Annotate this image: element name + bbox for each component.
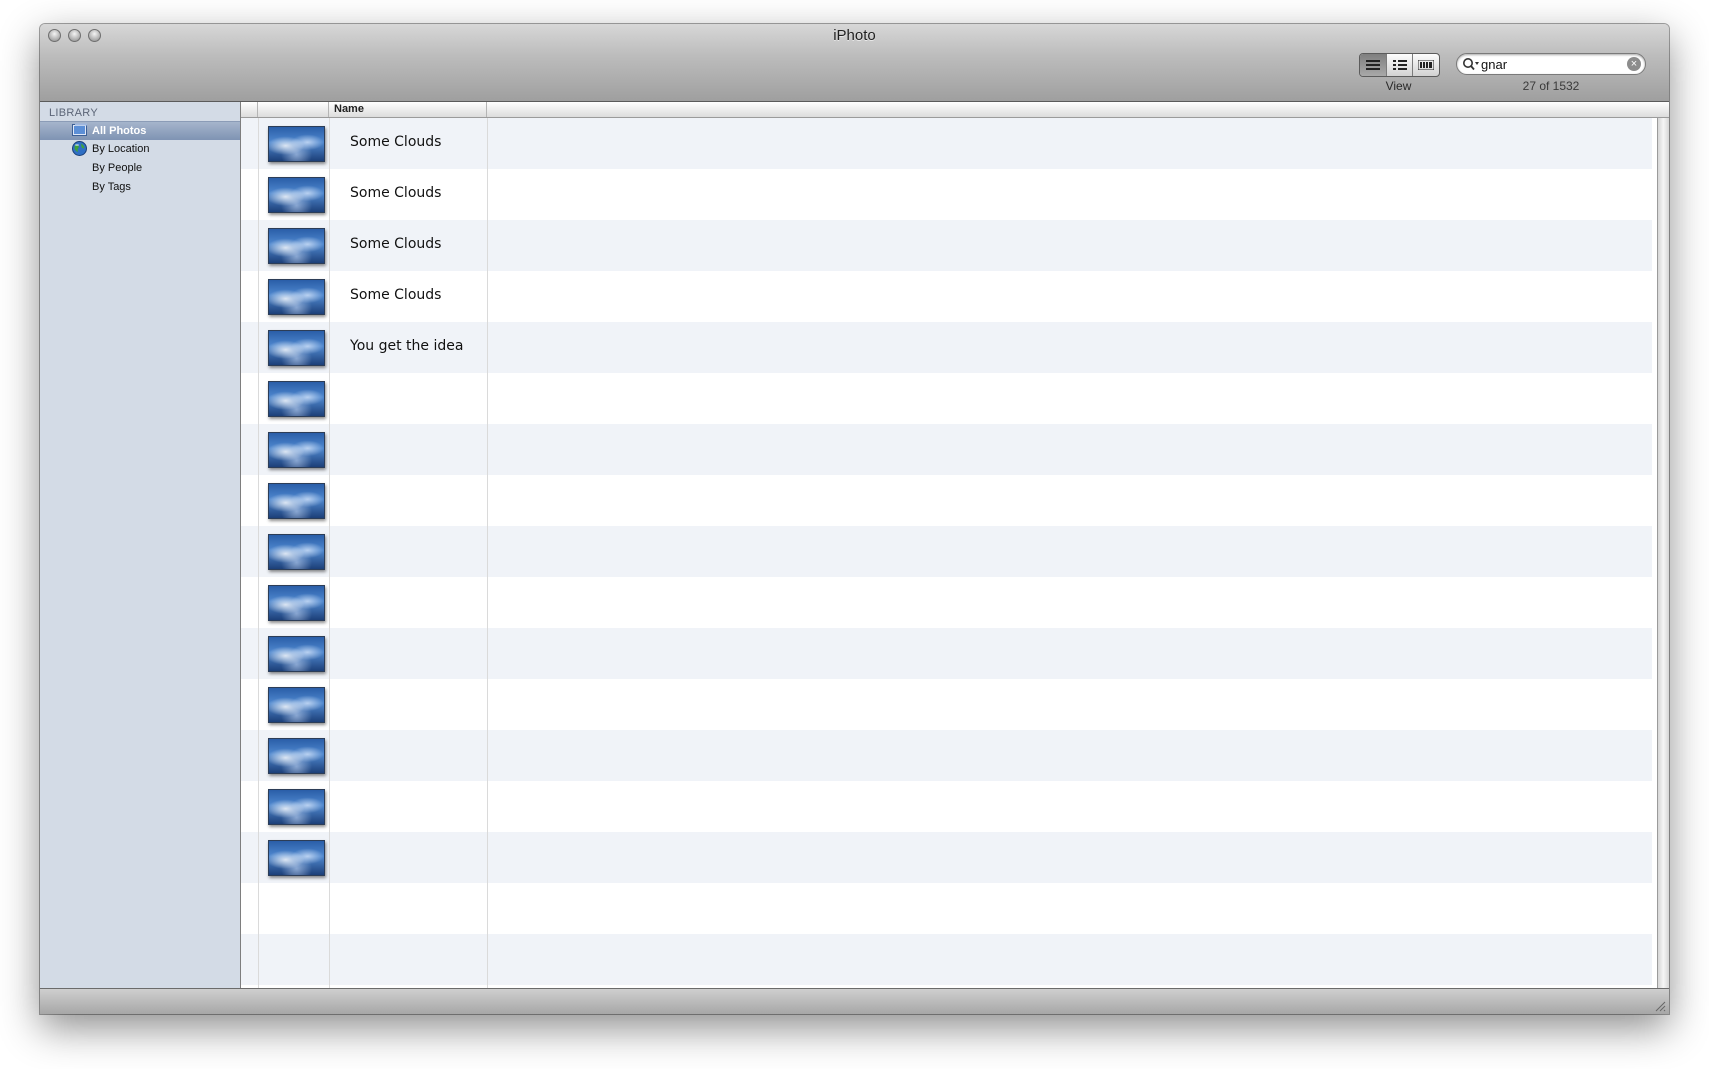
table-row[interactable]: Some Clouds xyxy=(241,169,1652,220)
search-icon xyxy=(1463,58,1479,71)
resize-grip-icon[interactable] xyxy=(1654,1000,1666,1012)
window-title: iPhoto xyxy=(833,27,876,44)
sidebar-item-all-photos[interactable]: All Photos xyxy=(40,121,240,140)
table-row[interactable]: Some Clouds xyxy=(241,118,1652,169)
column-header: Name xyxy=(241,102,1669,118)
photo-name: Some Clouds xyxy=(350,134,442,150)
bottom-toolbar xyxy=(40,988,1669,1014)
photo-thumbnail[interactable] xyxy=(268,177,325,213)
table-row[interactable] xyxy=(241,832,1652,883)
sidebar-item-by-tags[interactable]: By Tags xyxy=(40,178,240,197)
table-row[interactable]: You get the idea xyxy=(241,322,1652,373)
photo-name: Some Clouds xyxy=(350,236,442,252)
table-row[interactable] xyxy=(241,730,1652,781)
search-input[interactable] xyxy=(1481,55,1621,73)
photo-thumbnail[interactable] xyxy=(268,840,325,876)
photo-name: Some Clouds xyxy=(350,287,442,303)
column-header-thumbnail[interactable] xyxy=(258,102,329,117)
photo-thumbnail[interactable] xyxy=(268,585,325,621)
table-row[interactable]: Some Clouds xyxy=(241,220,1652,271)
sidebar-item-label: By Location xyxy=(92,143,150,155)
photo-thumbnail[interactable] xyxy=(268,534,325,570)
sidebar-item-label: By People xyxy=(92,162,143,174)
column-divider xyxy=(487,118,488,988)
photo-thumbnail[interactable] xyxy=(268,483,325,519)
vertical-scrollbar[interactable] xyxy=(1657,118,1669,988)
table-row[interactable] xyxy=(241,679,1652,730)
list-view-button[interactable] xyxy=(1360,54,1387,76)
table-row[interactable] xyxy=(241,934,1652,985)
table-row[interactable]: Some Clouds xyxy=(241,271,1652,322)
view-label: View xyxy=(1385,79,1412,93)
sidebar: LIBRARY All Photos By Location By People… xyxy=(40,102,241,988)
detail-view-icon xyxy=(1392,60,1407,70)
table-row[interactable] xyxy=(241,781,1652,832)
photo-name: You get the idea xyxy=(350,338,464,354)
detail-view-button[interactable] xyxy=(1387,54,1414,76)
photo-name: Some Clouds xyxy=(350,185,442,201)
photo-thumbnail[interactable] xyxy=(268,279,325,315)
list-view-icon xyxy=(1365,60,1380,70)
clear-search-icon[interactable]: × xyxy=(1627,57,1641,71)
globe-icon xyxy=(72,141,87,156)
photo-list: Name Some Clouds Some Clouds Some Clouds So… xyxy=(241,102,1669,988)
table-row[interactable] xyxy=(241,424,1652,475)
filmstrip-view-button[interactable] xyxy=(1413,54,1439,76)
iphoto-window: iPhoto View gnar × 27 of 1532 LIBRARY Al… xyxy=(40,24,1669,1014)
table-row[interactable] xyxy=(241,577,1652,628)
table-row[interactable] xyxy=(241,373,1652,424)
column-header-name[interactable]: Name xyxy=(329,102,487,117)
column-divider xyxy=(329,118,330,988)
filmstrip-view-icon xyxy=(1418,60,1435,70)
table-row[interactable] xyxy=(241,628,1652,679)
search-field[interactable]: × xyxy=(1456,53,1646,75)
sidebar-item-by-location[interactable]: By Location xyxy=(40,140,240,159)
titlebar: iPhoto View gnar × 27 of 1532 xyxy=(40,24,1669,102)
table-row[interactable] xyxy=(241,883,1652,934)
sidebar-heading: LIBRARY xyxy=(49,107,98,119)
photos-icon xyxy=(72,123,87,136)
column-header-spacer[interactable] xyxy=(241,102,258,117)
photo-thumbnail[interactable] xyxy=(268,738,325,774)
photo-thumbnail[interactable] xyxy=(268,687,325,723)
photo-thumbnail[interactable] xyxy=(268,381,325,417)
table-body: Some Clouds Some Clouds Some Clouds Some Cl… xyxy=(241,118,1652,988)
table-row[interactable] xyxy=(241,526,1652,577)
photo-thumbnail[interactable] xyxy=(268,330,325,366)
sidebar-item-label: All Photos xyxy=(92,125,147,137)
photo-thumbnail[interactable] xyxy=(268,228,325,264)
sidebar-item-label: By Tags xyxy=(92,181,131,193)
result-count: 27 of 1532 xyxy=(1522,79,1580,93)
photo-thumbnail[interactable] xyxy=(268,789,325,825)
photo-thumbnail[interactable] xyxy=(268,126,325,162)
view-mode-selector xyxy=(1359,53,1440,77)
photo-thumbnail[interactable] xyxy=(268,432,325,468)
table-row[interactable] xyxy=(241,475,1652,526)
column-divider xyxy=(258,118,259,988)
photo-thumbnail[interactable] xyxy=(268,636,325,672)
sidebar-item-by-people[interactable]: By People xyxy=(40,159,240,178)
